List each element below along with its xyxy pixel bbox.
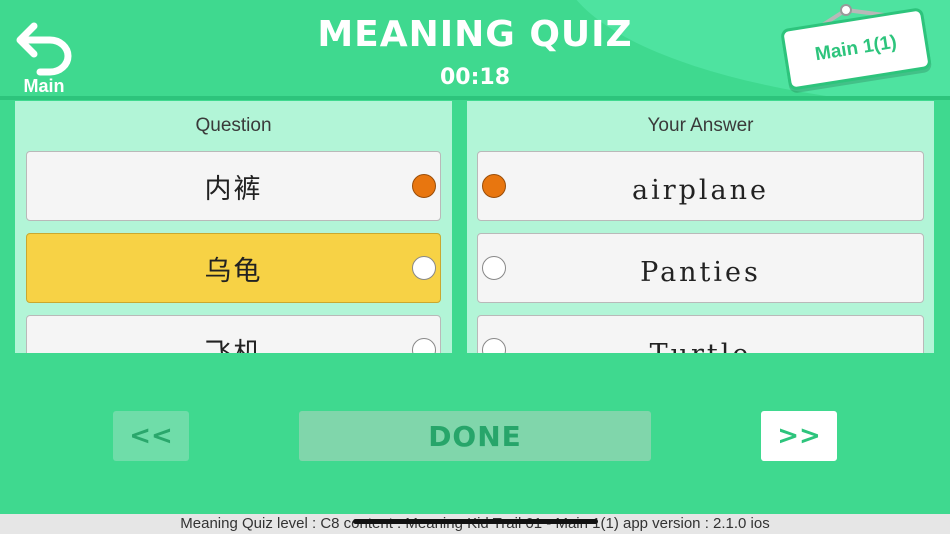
- previous-button[interactable]: <<: [113, 411, 189, 461]
- answer-heading: Your Answer: [647, 115, 754, 136]
- undo-arrow-icon: [16, 22, 72, 76]
- question-panel: Question 内裤 乌龟 飞机: [15, 101, 452, 353]
- question-option-text: 乌龟: [204, 255, 263, 287]
- quiz-timer: 00:18: [439, 65, 511, 90]
- question-option-text: 内裤: [204, 173, 263, 205]
- answer-option-text: Turtle: [478, 316, 923, 354]
- next-button[interactable]: >>: [761, 411, 837, 461]
- answer-option-1[interactable]: airplane: [477, 151, 924, 221]
- question-option-2[interactable]: 乌龟: [26, 233, 441, 303]
- radio-button[interactable]: [412, 174, 436, 198]
- answer-option-3[interactable]: Turtle: [477, 315, 924, 353]
- home-indicator[interactable]: [353, 519, 598, 524]
- back-to-main-button[interactable]: Main: [10, 18, 80, 98]
- answer-option-text: Panties: [640, 256, 761, 288]
- radio-button[interactable]: [412, 256, 436, 280]
- page-title: MEANING QUIZ: [317, 14, 633, 55]
- lesson-sign: Main 1(1): [780, 0, 940, 100]
- status-footer: Meaning Quiz level : C8 content : Meanin…: [0, 514, 950, 534]
- question-heading: Question: [195, 115, 272, 136]
- answer-option-2[interactable]: Panties: [477, 233, 924, 303]
- answer-panel: Your Answer airplane Panties Turtle: [467, 101, 934, 353]
- answer-option-text: airplane: [631, 174, 770, 206]
- question-option-3[interactable]: 飞机: [26, 315, 441, 353]
- back-label: Main: [23, 76, 65, 96]
- done-button[interactable]: DONE: [299, 411, 651, 461]
- question-option-text: 飞机: [204, 337, 263, 354]
- question-option-1[interactable]: 内裤: [26, 151, 441, 221]
